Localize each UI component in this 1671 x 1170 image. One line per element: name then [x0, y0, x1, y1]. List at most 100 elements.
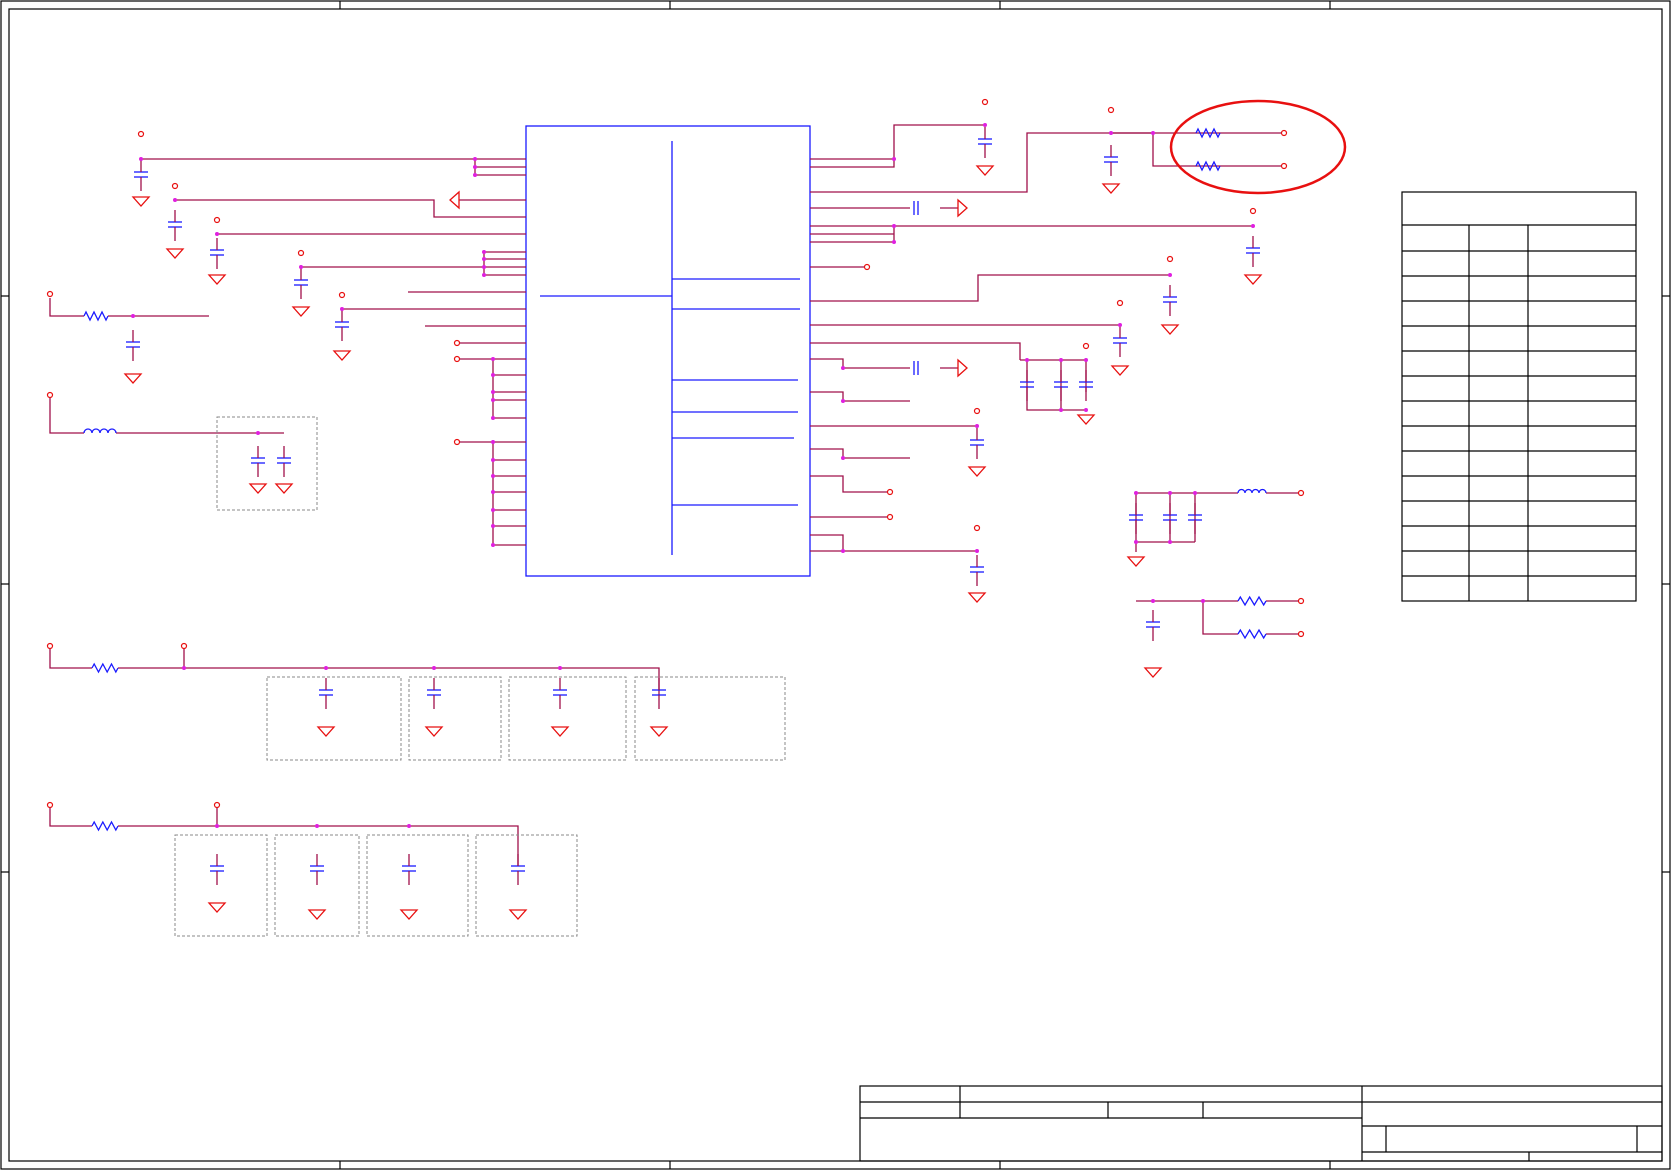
junction-dot: [1134, 540, 1138, 544]
capacitor: [970, 555, 984, 586]
junction-dot: [215, 232, 219, 236]
junction-dot: [491, 398, 495, 402]
junction-dot: [975, 424, 979, 428]
junction-dot: [1109, 131, 1113, 135]
junction-dot: [491, 508, 495, 512]
ground-icon: [123, 373, 143, 384]
junction-dot: [1134, 491, 1138, 495]
ground-icon: [332, 350, 352, 361]
schematic-canvas: [0, 0, 1671, 1170]
power-pin-icon: [1297, 489, 1305, 497]
ground-icon: [967, 592, 987, 603]
power-pin-icon: [973, 524, 981, 532]
junction-dot: [139, 157, 143, 161]
power-pin-icon: [453, 438, 461, 446]
capacitor: [251, 446, 265, 477]
junction-dot: [215, 824, 219, 828]
junction-dot: [491, 373, 495, 377]
capacitor: [277, 446, 291, 477]
junction-dot: [1151, 599, 1155, 603]
left-wires: [141, 158, 526, 546]
ground-icon: [1110, 365, 1130, 376]
capacitor: [294, 268, 308, 299]
power-pin-icon: [981, 98, 989, 106]
junction-dot: [491, 458, 495, 462]
ground-icon: [1076, 414, 1096, 425]
power-pins: [46, 98, 1305, 809]
junction-dot: [473, 173, 477, 177]
capacitor: [126, 330, 140, 361]
title-block: [859, 1085, 1663, 1162]
junction-dot: [324, 666, 328, 670]
capacitor: [310, 854, 324, 885]
junction-dot: [473, 165, 477, 169]
pin-table-rows: [1402, 250, 1636, 577]
ground-icon: [399, 909, 419, 920]
capacitor: [978, 127, 992, 158]
junction-dot: [256, 431, 260, 435]
junctions: [131, 123, 1255, 828]
capacitor: [319, 678, 333, 709]
ground-arrow-icon: [957, 198, 968, 218]
junction-dot: [892, 240, 896, 244]
ground-icon: [165, 248, 185, 259]
junction-dot: [482, 257, 486, 261]
junction-dot: [1059, 358, 1063, 362]
junction-dot: [491, 416, 495, 420]
capacitor: [134, 160, 148, 191]
ground-icon: [291, 306, 311, 317]
junction-dot: [1168, 491, 1172, 495]
capacitor: [1104, 145, 1118, 176]
junction-dot: [558, 666, 562, 670]
ground-icon: [975, 165, 995, 176]
power-pin-icon: [171, 182, 179, 190]
power-pin-icon: [886, 488, 894, 496]
ground-icon: [424, 726, 444, 737]
resistor-icon: [91, 662, 119, 674]
capacitor: [168, 210, 182, 241]
power-pin-icon: [1082, 342, 1090, 350]
ground-arrow-icon: [449, 190, 460, 210]
cap-group-boxes: [174, 416, 786, 937]
decoupling-right: [1026, 360, 1301, 635]
power-pin-icon: [213, 801, 221, 809]
power-pin-icon: [453, 339, 461, 347]
supply-networks: [49, 298, 660, 866]
power-pin-icon: [863, 263, 871, 271]
power-pin-icon: [973, 407, 981, 415]
resistor-icon: [1237, 595, 1267, 607]
junction-dot: [407, 824, 411, 828]
main-ic: [525, 125, 811, 577]
junction-dot: [432, 666, 436, 670]
power-pin-icon: [297, 249, 305, 257]
junction-dot: [1084, 358, 1088, 362]
junction-dot: [491, 390, 495, 394]
right-wires: [810, 124, 1284, 552]
capacitor: [1146, 610, 1160, 641]
ground-icon: [1101, 183, 1121, 194]
junction-dot: [182, 666, 186, 670]
resistor-icon: [1237, 628, 1267, 640]
junction-dot: [299, 265, 303, 269]
junction-dot: [491, 543, 495, 547]
capacitor: [1246, 236, 1260, 267]
power-pin-icon: [1297, 597, 1305, 605]
capacitor: [1113, 326, 1127, 357]
junction-dot: [491, 357, 495, 361]
capacitors: [126, 127, 1260, 885]
junction-dot: [1168, 273, 1172, 277]
capacitor: [402, 854, 416, 885]
capacitor: [553, 678, 567, 709]
drawing-frame: [0, 0, 1671, 1170]
junction-dot: [482, 273, 486, 277]
ground-icon: [967, 466, 987, 477]
ground-icon: [649, 726, 669, 737]
junction-dot: [1151, 131, 1155, 135]
junction-dot: [1168, 540, 1172, 544]
ground-icon: [207, 274, 227, 285]
ground-icon: [1143, 667, 1163, 678]
power-pin-icon: [453, 355, 461, 363]
junction-dot: [315, 824, 319, 828]
ground-icon: [207, 902, 227, 913]
junction-dot: [975, 549, 979, 553]
